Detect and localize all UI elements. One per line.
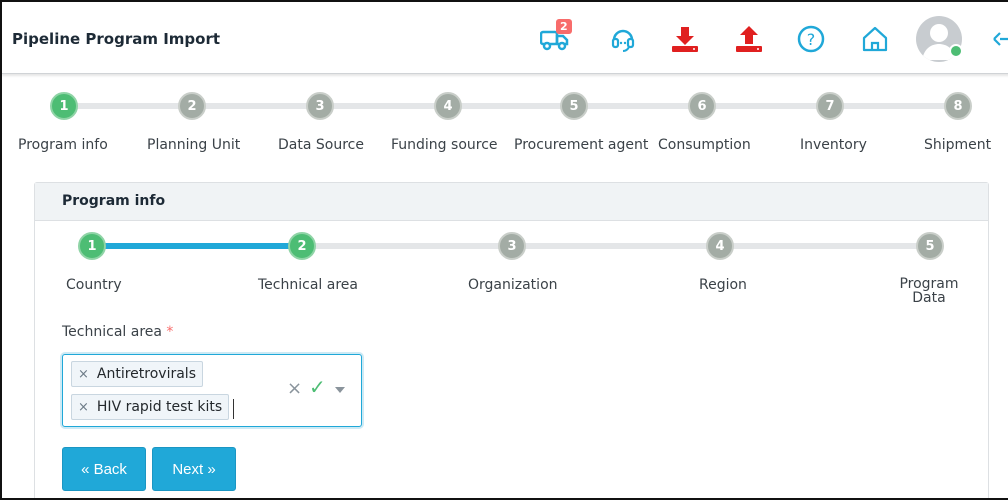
sub-step-label-3: Organization (468, 277, 558, 293)
main-step-label-2: Planning Unit (147, 137, 241, 153)
sub-step-2[interactable]: 2 (288, 232, 316, 260)
sub-step-label-2: Technical area (258, 277, 358, 293)
sub-step-1[interactable]: 1 (78, 232, 106, 260)
next-button[interactable]: Next » (152, 447, 236, 491)
sub-stepper-track (302, 243, 932, 249)
remove-chip-icon[interactable]: × (78, 367, 89, 382)
logout-icon[interactable] (984, 22, 1008, 56)
main-step-label-8: Shipment (924, 137, 992, 153)
clear-all-icon[interactable]: × (287, 378, 302, 399)
main-step-3[interactable]: 3 (306, 92, 334, 120)
page-title: Pipeline Program Import (12, 30, 221, 48)
technical-area-multiselect[interactable]: × Antiretrovirals × HIV rapid test kits … (62, 354, 362, 427)
chip-label: HIV rapid test kits (96, 399, 223, 415)
card-title: Program info (35, 183, 988, 221)
chevron-down-icon[interactable] (335, 387, 345, 393)
remove-chip-icon[interactable]: × (78, 400, 89, 415)
checkmark-icon: ✓ (309, 375, 326, 399)
back-button[interactable]: « Back (62, 447, 146, 491)
sub-step-4[interactable]: 4 (706, 232, 734, 260)
notification-badge: 2 (556, 19, 572, 34)
selected-chip: × Antiretrovirals (71, 361, 203, 387)
main-step-label-4: Funding source (391, 137, 498, 153)
help-icon[interactable]: ? (794, 22, 828, 56)
main-step-1[interactable]: 1 (50, 92, 78, 120)
main-step-8[interactable]: 8 (944, 92, 972, 120)
app-frame: Pipeline Program Import 2 ? 1 2 3 4 5 6 … (0, 0, 1008, 500)
text-cursor (233, 399, 234, 419)
main-step-6[interactable]: 6 (688, 92, 716, 120)
main-step-7[interactable]: 7 (816, 92, 844, 120)
truck-icon[interactable]: 2 (538, 19, 572, 56)
chip-label: Antiretrovirals (96, 366, 196, 382)
sub-step-3[interactable]: 3 (498, 232, 526, 260)
main-step-label-5: Procurement agent (514, 137, 649, 153)
required-marker: * (166, 324, 174, 340)
download-icon[interactable] (668, 22, 702, 56)
header-bar: Pipeline Program Import 2 ? (2, 2, 1008, 74)
main-step-label-7: Inventory (800, 137, 867, 153)
main-step-label-6: Consumption (658, 137, 751, 153)
sub-stepper-track-done (92, 243, 302, 249)
online-status-icon (949, 44, 963, 58)
main-step-label-1: Program info (18, 137, 108, 153)
main-step-5[interactable]: 5 (560, 92, 588, 120)
sub-step-5[interactable]: 5 (916, 232, 944, 260)
technical-area-label: Technical area * (62, 324, 173, 340)
technical-area-label-text: Technical area (62, 324, 162, 340)
main-step-2[interactable]: 2 (178, 92, 206, 120)
main-step-4[interactable]: 4 (434, 92, 462, 120)
home-icon[interactable] (858, 22, 892, 56)
headset-icon[interactable] (606, 22, 640, 56)
svg-text:?: ? (807, 30, 816, 49)
upload-icon[interactable] (732, 22, 766, 56)
sub-step-label-1: Country (66, 277, 122, 293)
main-step-label-3: Data Source (278, 137, 364, 153)
sub-step-label-4: Region (699, 277, 747, 293)
sub-step-label-5: Program Data (899, 276, 959, 306)
selected-chip: × HIV rapid test kits (71, 394, 230, 420)
